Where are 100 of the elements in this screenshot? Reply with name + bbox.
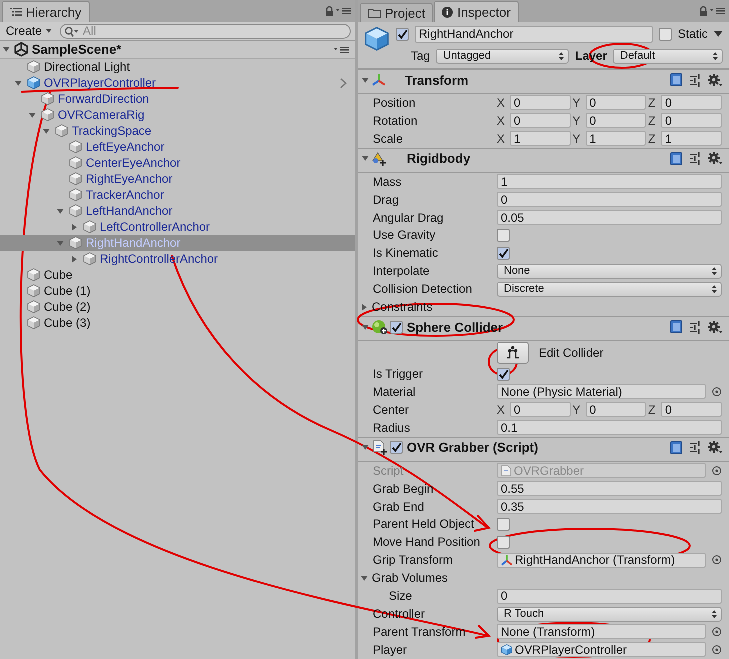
expand-arrow-icon[interactable] [28, 110, 37, 120]
target-icon[interactable] [712, 466, 722, 476]
expand-arrow-icon[interactable] [361, 443, 370, 452]
checkbox[interactable] [658, 28, 672, 40]
number-field[interactable]: 1 [661, 131, 722, 146]
expand-arrow-icon[interactable] [361, 76, 370, 84]
tree-item[interactable]: Cube (1) [0, 283, 355, 299]
tree-item[interactable]: Cube (3) [0, 315, 355, 331]
cube-icon [83, 220, 97, 234]
menu-icon[interactable] [710, 7, 725, 15]
number-field[interactable]: 0 [661, 95, 722, 110]
sliders-icon[interactable] [689, 441, 702, 454]
input-field[interactable]: 0.55 [497, 481, 722, 496]
cube-icon [27, 316, 41, 330]
object-field[interactable]: RightHandAnchor (Transform) [497, 552, 706, 568]
input-field[interactable]: 0 [497, 588, 722, 604]
menu-icon[interactable] [334, 46, 349, 54]
tree-item[interactable]: TrackingSpace [0, 123, 355, 139]
settings-icon[interactable] [708, 441, 723, 454]
settings-icon[interactable] [708, 320, 723, 334]
checkbox[interactable] [497, 536, 510, 549]
expand-arrow-icon[interactable] [14, 78, 23, 88]
settings-icon[interactable] [708, 74, 723, 86]
tree-item[interactable]: CenterEyeAnchor [0, 155, 355, 171]
foldout[interactable]: Grab Volumes [360, 571, 497, 586]
object-field[interactable]: None (Physic Material) [497, 384, 706, 400]
tree-item[interactable]: Cube (2) [0, 299, 355, 315]
expand-arrow-icon[interactable] [70, 222, 79, 232]
tree-item[interactable]: RightEyeAnchor [0, 171, 355, 187]
panel-tab[interactable]: Hierarchy [2, 1, 90, 22]
checkbox[interactable] [497, 518, 510, 531]
input-field[interactable]: 1 [497, 174, 722, 190]
panel-tab[interactable]: Inspector [434, 1, 519, 22]
caret-icon[interactable] [714, 31, 723, 37]
dropdown[interactable]: R Touch [497, 606, 722, 622]
input-field[interactable]: 0.1 [497, 420, 722, 436]
panel-tab[interactable]: Project [360, 3, 434, 22]
axis-label: Z [648, 114, 657, 128]
number-field[interactable]: 0 [661, 402, 722, 418]
input-field[interactable]: 0.05 [497, 210, 722, 226]
number-field[interactable]: 1 [586, 131, 646, 146]
number-field[interactable]: 0 [661, 113, 722, 128]
settings-icon[interactable] [708, 152, 723, 166]
dropdown[interactable]: Default [613, 48, 723, 64]
axis-label: Z [648, 402, 657, 417]
input-field[interactable]: 0 [497, 192, 722, 208]
tree-item[interactable]: OVRCameraRig [0, 107, 355, 123]
dropdown[interactable]: Discrete [497, 282, 722, 297]
expand-arrow-icon[interactable] [361, 322, 370, 332]
checkbox[interactable] [497, 368, 510, 380]
search-field[interactable]: All [60, 24, 351, 38]
tree-item[interactable]: LeftHandAnchor [0, 203, 355, 219]
number-field[interactable]: 0 [586, 113, 646, 128]
tree-item[interactable]: ForwardDirection [0, 91, 355, 107]
menu-icon[interactable] [336, 7, 351, 15]
number-field[interactable]: 1 [510, 131, 571, 146]
target-icon[interactable] [712, 386, 722, 397]
expand-arrow-icon[interactable] [56, 206, 65, 216]
target-icon[interactable] [712, 555, 722, 566]
checkbox[interactable] [497, 228, 510, 242]
expand-arrow-icon[interactable] [70, 254, 79, 264]
tree-item[interactable]: Cube [0, 267, 355, 283]
tree-item[interactable]: OVRPlayerController [0, 75, 355, 91]
cube-icon [27, 76, 41, 90]
checkbox[interactable] [390, 320, 403, 334]
axis-label: Y [572, 402, 582, 417]
create-button[interactable]: Create [4, 24, 54, 38]
target-icon[interactable] [712, 644, 722, 655]
name-field[interactable]: RightHandAnchor [415, 26, 653, 42]
expand-arrow-icon[interactable] [2, 45, 11, 54]
number-field[interactable]: 0 [510, 113, 571, 128]
tree-item[interactable]: TrackerAnchor [0, 187, 355, 203]
axis-label: Z [648, 132, 657, 146]
number-field[interactable]: 0 [510, 402, 571, 418]
lock-icon[interactable] [699, 6, 708, 16]
checkbox[interactable] [390, 441, 403, 454]
checkbox[interactable] [497, 246, 510, 260]
number-field[interactable]: 0 [510, 95, 571, 110]
lock-icon[interactable] [325, 6, 334, 16]
number-field[interactable]: 0 [586, 402, 646, 418]
input-field[interactable]: 0.35 [497, 499, 722, 514]
tree-item[interactable]: LeftEyeAnchor [0, 139, 355, 155]
expand-arrow-icon[interactable] [42, 126, 51, 136]
tree-item[interactable]: LeftControllerAnchor [0, 219, 355, 235]
updown-arrows-icon [712, 266, 717, 276]
checkbox[interactable] [396, 28, 409, 40]
expand-arrow-icon[interactable] [360, 302, 369, 312]
number-field[interactable]: 0 [586, 95, 646, 110]
sliders-icon[interactable] [689, 152, 702, 166]
target-icon[interactable] [712, 626, 722, 637]
tree-item[interactable]: Directional Light [0, 59, 355, 75]
sliders-icon[interactable] [689, 320, 702, 334]
sliders-icon[interactable] [689, 74, 702, 86]
chevron-icon[interactable] [340, 78, 347, 88]
component-title: Transform [405, 72, 469, 88]
expand-arrow-icon[interactable] [360, 574, 369, 583]
edit-button[interactable] [497, 342, 529, 364]
dropdown[interactable]: None [497, 264, 722, 279]
expand-arrow-icon[interactable] [361, 154, 370, 164]
dropdown[interactable]: Untagged [436, 48, 570, 64]
